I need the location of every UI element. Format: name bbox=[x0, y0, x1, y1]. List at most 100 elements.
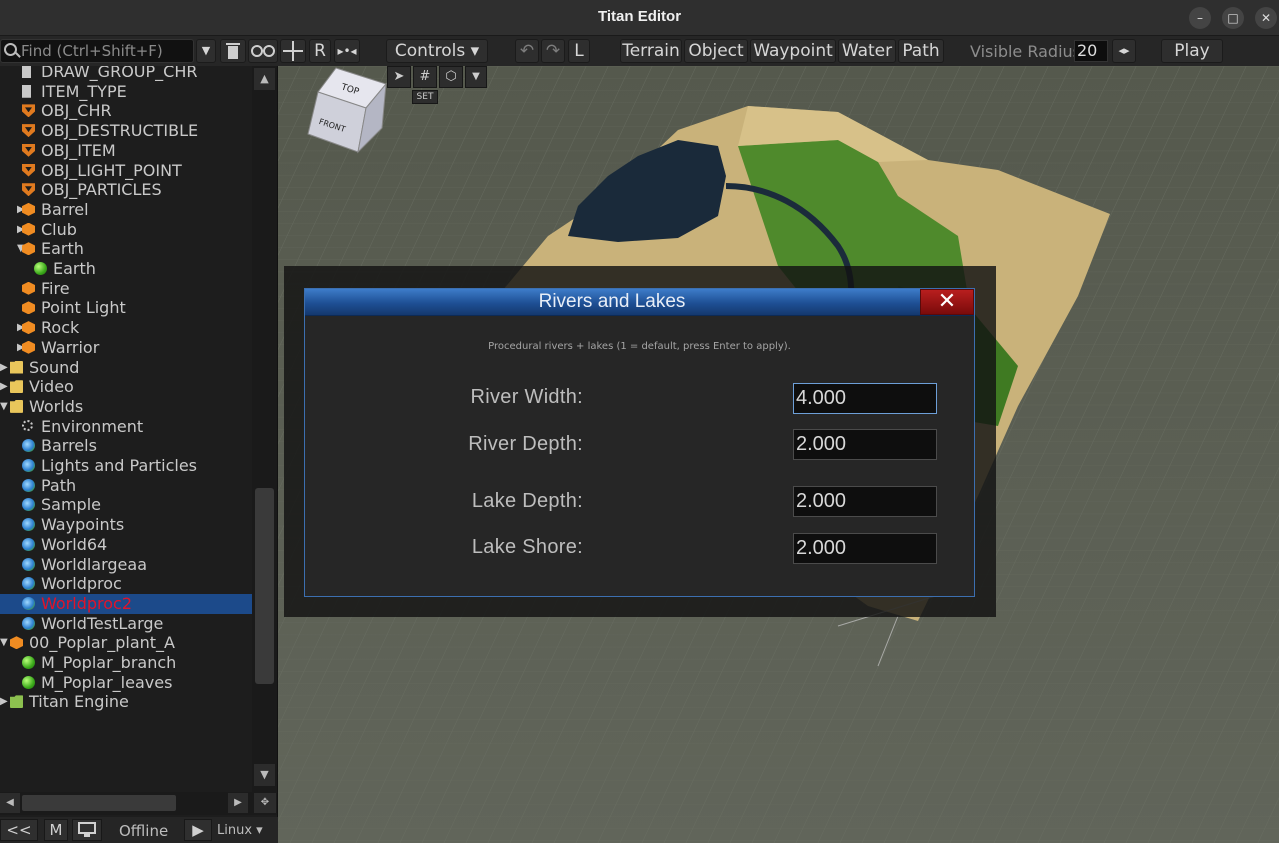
tree-item[interactable]: Waypoints bbox=[0, 515, 252, 535]
tree-item[interactable]: M_Poplar_branch bbox=[0, 653, 252, 673]
scroll-down-arrow[interactable]: ▼ bbox=[254, 764, 275, 786]
scene-tree[interactable]: DRAW_GROUP_CHR ITEM_TYPE OBJ_CHR OBJ_DESTRU… bbox=[0, 66, 252, 792]
tree-item[interactable]: Worldlargeaa bbox=[0, 555, 252, 575]
close-window-button[interactable]: ✕ bbox=[1255, 7, 1277, 29]
collapse-arrow-icon[interactable]: ▼ bbox=[0, 633, 10, 652]
tree-item[interactable]: ▶ Rock bbox=[0, 318, 252, 338]
tree-item[interactable]: Path bbox=[0, 476, 252, 496]
scroll-right-arrow[interactable]: ▶ bbox=[228, 793, 248, 813]
globe-icon bbox=[22, 518, 35, 532]
wireframe-cube-icon[interactable]: ⬡ bbox=[439, 66, 463, 88]
tree-item[interactable]: OBJ_LIGHT_POINT bbox=[0, 161, 252, 181]
tree-item[interactable]: WorldTestLarge bbox=[0, 614, 252, 634]
l-button[interactable]: L bbox=[568, 39, 590, 63]
ball-icon bbox=[34, 262, 47, 275]
minimize-button[interactable]: – bbox=[1189, 7, 1211, 29]
view-options-dropdown[interactable]: ▼ bbox=[465, 66, 487, 88]
tree-item[interactable]: ▶ Video bbox=[0, 377, 252, 397]
tree-item[interactable]: ITEM_TYPE bbox=[0, 82, 252, 102]
expand-arrow-icon[interactable]: ▶ bbox=[0, 358, 10, 377]
globe-icon bbox=[22, 596, 35, 610]
tree-item[interactable]: Environment bbox=[0, 417, 252, 437]
tree-item[interactable]: Sample bbox=[0, 495, 252, 515]
tree-item[interactable]: Lights and Particles bbox=[0, 456, 252, 476]
tree-item[interactable]: OBJ_CHR bbox=[0, 101, 252, 121]
mode-water-button[interactable]: Water bbox=[838, 39, 896, 63]
collapse-arrow-icon[interactable]: ▼ bbox=[0, 397, 10, 416]
visible-radius-input[interactable]: 20 bbox=[1074, 40, 1108, 62]
vertical-scrollbar[interactable]: ▲ ▼ bbox=[252, 66, 277, 792]
tree-item-label: M_Poplar_leaves bbox=[41, 672, 173, 692]
m-button[interactable]: M bbox=[44, 819, 68, 841]
redo-icon[interactable]: ↷ bbox=[541, 39, 565, 63]
tree-item[interactable]: ▶ Sound bbox=[0, 358, 252, 378]
tree-item[interactable]: DRAW_GROUP_CHR bbox=[0, 66, 252, 82]
select-cursor-icon[interactable]: ➤ bbox=[387, 66, 411, 88]
globe-icon bbox=[22, 459, 35, 472]
tree-item[interactable]: ▼ Worlds bbox=[0, 397, 252, 417]
scroll-thumb[interactable] bbox=[255, 488, 274, 684]
monitor-icon[interactable] bbox=[72, 819, 102, 841]
tree-item[interactable]: OBJ_DESTRUCTIBLE bbox=[0, 121, 252, 141]
river-depth-input[interactable]: 2.000 bbox=[793, 429, 937, 460]
tree-item[interactable]: ▼ Earth bbox=[0, 239, 252, 259]
r-button[interactable]: R bbox=[309, 39, 331, 63]
play-icon[interactable]: ▶ bbox=[184, 819, 212, 841]
horizontal-scrollbar[interactable]: ◀ ▶ ✥ bbox=[0, 792, 277, 815]
view-cube[interactable]: TOP FRONT bbox=[296, 66, 396, 156]
set-button[interactable]: SET bbox=[412, 90, 438, 104]
ball-icon bbox=[22, 656, 35, 669]
trash-icon[interactable] bbox=[220, 39, 246, 63]
mode-terrain-button[interactable]: Terrain bbox=[620, 39, 682, 63]
tree-item[interactable]: OBJ_ITEM bbox=[0, 141, 252, 161]
mode-path-button[interactable]: Path bbox=[898, 39, 944, 63]
tree-item-label: Barrel bbox=[41, 199, 89, 219]
mode-object-button[interactable]: Object bbox=[684, 39, 748, 63]
tree-item[interactable]: Worldproc2 bbox=[0, 593, 252, 614]
controls-dropdown[interactable]: Controls ▾ bbox=[386, 39, 488, 63]
tree-item[interactable]: Barrels bbox=[0, 436, 252, 456]
collapse-button[interactable]: << bbox=[0, 819, 38, 841]
lake-depth-input[interactable]: 2.000 bbox=[793, 486, 937, 517]
mode-waypoint-button[interactable]: Waypoint bbox=[750, 39, 836, 63]
radius-stepper-icon[interactable]: ◂▸ bbox=[1112, 39, 1136, 63]
grid-icon[interactable]: # bbox=[413, 66, 437, 88]
find-dropdown-button[interactable]: ▼ bbox=[196, 39, 216, 63]
undo-icon[interactable]: ↶ bbox=[515, 39, 539, 63]
tree-item[interactable]: Fire bbox=[0, 279, 252, 299]
window-title: Titan Editor bbox=[597, 8, 682, 25]
tree-item[interactable]: ▶ Club bbox=[0, 220, 252, 240]
tree-item[interactable]: ▼ 00_Poplar_plant_A bbox=[0, 633, 252, 653]
scroll-up-arrow[interactable]: ▲ bbox=[254, 68, 275, 90]
play-button[interactable]: Play bbox=[1161, 39, 1223, 63]
cube-icon bbox=[22, 281, 35, 295]
tree-item[interactable]: M_Poplar_leaves bbox=[0, 673, 252, 693]
tree-item[interactable]: ▶ Titan Engine bbox=[0, 692, 252, 712]
tree-item[interactable]: Point Light bbox=[0, 298, 252, 318]
tree-item-label: Environment bbox=[41, 416, 144, 436]
ball-icon bbox=[22, 675, 35, 689]
tree-item[interactable]: ▶ Warrior bbox=[0, 338, 252, 358]
expand-arrow-icon[interactable]: ▶ bbox=[0, 692, 10, 711]
tree-item[interactable]: ▶ Barrel bbox=[0, 200, 252, 220]
crosshair-icon[interactable] bbox=[280, 39, 306, 63]
expand-arrow-icon[interactable]: ▶ bbox=[0, 377, 10, 396]
goggles-icon[interactable] bbox=[248, 39, 278, 63]
dialog-close-button[interactable]: ✕ bbox=[920, 289, 974, 315]
tree-item[interactable]: Earth bbox=[0, 259, 252, 279]
scroll-left-arrow[interactable]: ◀ bbox=[0, 793, 20, 813]
tree-item[interactable]: World64 bbox=[0, 535, 252, 555]
maximize-button[interactable]: □ bbox=[1222, 7, 1244, 29]
platform-dropdown[interactable]: Linux ▾ bbox=[217, 823, 263, 838]
tree-item[interactable]: Worldproc bbox=[0, 574, 252, 594]
lake-shore-input[interactable]: 2.000 bbox=[793, 533, 937, 564]
tree-item[interactable]: OBJ_PARTICLES bbox=[0, 180, 252, 200]
dialog-title-bar[interactable]: Rivers and Lakes ✕ bbox=[305, 289, 974, 316]
main-toolbar: Find (Ctrl+Shift+F) ▼ R ▸•◂ Controls ▾ ↶… bbox=[0, 36, 1279, 66]
tree-item-label: Video bbox=[29, 377, 74, 397]
move-icon[interactable]: ✥ bbox=[254, 793, 276, 813]
hscroll-thumb[interactable] bbox=[22, 795, 176, 811]
river-width-input[interactable]: 4.000 bbox=[793, 383, 937, 414]
find-input[interactable]: Find (Ctrl+Shift+F) bbox=[0, 39, 194, 63]
dots-arrows-icon[interactable]: ▸•◂ bbox=[334, 39, 360, 63]
